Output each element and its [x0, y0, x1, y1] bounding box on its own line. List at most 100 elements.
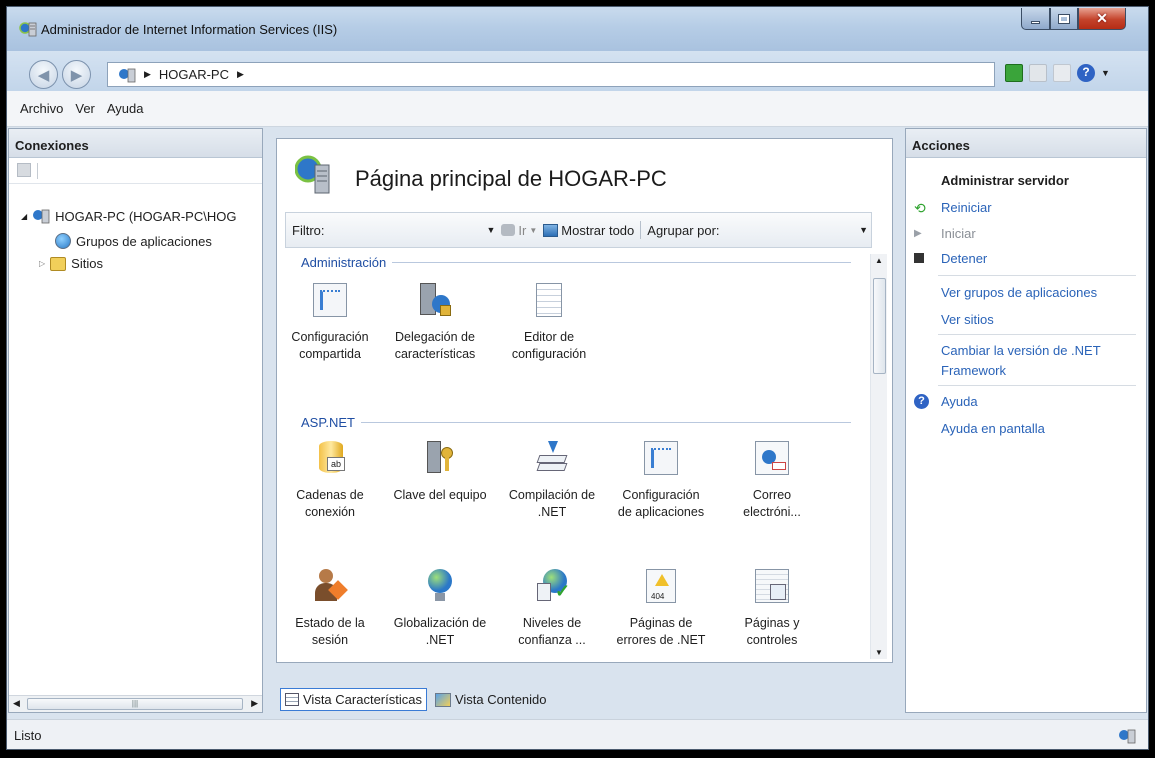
feature-delegation[interactable]: Delegación de características: [384, 283, 486, 363]
iis-manager-window: Administrador de Internet Information Se…: [6, 6, 1149, 750]
breadcrumb-hogar-pc[interactable]: HOGAR-PC: [159, 67, 229, 82]
feature-label-line2: .NET: [537, 505, 567, 519]
sites-folder-icon: [50, 256, 67, 271]
group-header-administration[interactable]: Administración: [301, 255, 851, 270]
feature-label-line1: Cadenas de: [296, 488, 364, 502]
menu-archivo[interactable]: Archivo: [20, 101, 63, 116]
toolbar-icons: ? ▼: [1005, 64, 1110, 82]
scrollbar-thumb[interactable]: [873, 278, 886, 374]
feature-label-line1: Delegación de: [395, 330, 475, 344]
filter-input[interactable]: [330, 221, 481, 239]
feature-label-line1: Globalización de: [393, 616, 487, 630]
feature-label-line2: de aplicaciones: [617, 505, 705, 519]
scroll-up-icon[interactable]: ▲: [875, 256, 883, 265]
feature-smtp-email[interactable]: Correo electróni...: [721, 441, 823, 521]
vertical-scrollbar[interactable]: ▲ ▼: [870, 254, 887, 659]
minimize-button[interactable]: [1021, 8, 1050, 30]
scroll-right-icon[interactable]: ▶: [251, 698, 258, 709]
tree-node-server[interactable]: ◢ HOGAR-PC (HOGAR-PC\HOG: [21, 208, 236, 224]
filter-dropdown-icon[interactable]: ▼: [487, 225, 496, 235]
compile-stack-icon: [535, 441, 569, 475]
actions-section-title: Administrar servidor: [941, 173, 1069, 188]
features-pane: Página principal de HOGAR-PC Filtro: ▼ I…: [270, 128, 900, 713]
server-lock-icon: [418, 283, 452, 317]
separator: [938, 385, 1136, 386]
refresh-icon[interactable]: [1005, 64, 1023, 82]
forward-button[interactable]: ▶: [62, 60, 91, 89]
show-all-label: Mostrar todo: [561, 222, 635, 238]
help-icon[interactable]: ?: [1077, 64, 1095, 82]
menu-ayuda[interactable]: Ayuda: [107, 101, 144, 116]
checklist-icon: [644, 441, 678, 475]
menu-ver[interactable]: Ver: [75, 101, 95, 116]
globe-icon: [423, 569, 457, 603]
tree-label-app-pools: Grupos de aplicaciones: [76, 233, 212, 249]
action-stop[interactable]: Detener: [941, 251, 987, 266]
close-button[interactable]: ✕: [1078, 8, 1126, 30]
trust-globe-icon: ✓: [535, 569, 570, 603]
go-button[interactable]: Ir ▼: [501, 223, 537, 238]
feature-label-line1: Compilación de: [508, 488, 596, 502]
email-icon: [755, 441, 789, 475]
action-restart[interactable]: Reiniciar: [941, 200, 992, 215]
home-icon[interactable]: [1053, 64, 1071, 82]
tab-features-view[interactable]: Vista Características: [280, 688, 427, 711]
feature-trust-levels[interactable]: ✓ Niveles de confianza ...: [501, 569, 603, 649]
action-change-net-version-line1[interactable]: Cambiar la versión de .NET: [941, 343, 1101, 358]
feature-pages-controls[interactable]: Páginas y controles: [721, 569, 823, 649]
feature-label-line1: Niveles de: [522, 616, 582, 630]
action-online-help[interactable]: Ayuda en pantalla: [941, 421, 1045, 436]
expand-arrow-icon[interactable]: ◢: [21, 212, 27, 221]
feature-label-line2: confianza ...: [518, 633, 586, 647]
server-home-icon: [295, 155, 330, 194]
features-content: Página principal de HOGAR-PC Filtro: ▼ I…: [276, 138, 893, 663]
chevron-down-icon[interactable]: ▼: [1101, 68, 1110, 78]
scroll-down-icon[interactable]: ▼: [875, 648, 883, 657]
create-connection-icon[interactable]: [17, 163, 31, 177]
filter-bar-dropdown-icon[interactable]: ▼: [859, 225, 868, 235]
stop-icon[interactable]: [1029, 64, 1047, 82]
window-title: Administrador de Internet Information Se…: [41, 22, 338, 37]
binoculars-icon: [501, 224, 516, 236]
tab-content-view[interactable]: Vista Contenido: [431, 688, 551, 711]
play-icon: ▶: [914, 228, 922, 239]
feature-config-editor[interactable]: Editor de configuración: [498, 283, 600, 363]
maximize-icon: [1058, 13, 1070, 24]
feature-label-line1: Estado de la: [295, 616, 365, 630]
action-view-sites[interactable]: Ver sitios: [941, 312, 994, 327]
expand-arrow-icon[interactable]: ▷: [39, 259, 45, 268]
connections-toolbar: [9, 158, 262, 184]
horizontal-scrollbar[interactable]: ◀ ||| ▶: [9, 695, 262, 712]
feature-net-globalization[interactable]: Globalización de .NET: [389, 569, 491, 649]
address-bar[interactable]: ▶ HOGAR-PC ▶: [107, 62, 995, 87]
feature-machine-key[interactable]: Clave del equipo: [389, 441, 491, 504]
group-header-aspnet[interactable]: ASP.NET: [301, 415, 851, 430]
feature-shared-config[interactable]: Configuración compartida: [279, 283, 381, 363]
separator: [938, 334, 1136, 335]
feature-session-state[interactable]: Estado de la sesión: [279, 569, 381, 649]
scroll-left-icon[interactable]: ◀: [13, 698, 20, 709]
back-button[interactable]: ◀: [29, 60, 58, 89]
group-by-button[interactable]: Agrupar por:: [647, 223, 719, 238]
server-status-icon: [1119, 729, 1136, 744]
feature-net-compilation[interactable]: Compilación de .NET: [501, 441, 603, 521]
action-change-net-version-line2[interactable]: Framework: [941, 363, 1006, 378]
status-text: Listo: [14, 728, 42, 743]
tree-node-app-pools[interactable]: Grupos de aplicaciones: [55, 233, 212, 249]
maximize-button[interactable]: [1050, 8, 1078, 30]
action-help[interactable]: Ayuda: [941, 394, 978, 409]
tree-node-sites[interactable]: ▷ Sitios: [39, 256, 103, 271]
feature-net-error-pages[interactable]: 404 Páginas de errores de .NET: [610, 569, 712, 649]
show-all-button[interactable]: Mostrar todo: [543, 223, 634, 238]
database-icon: ab: [313, 441, 347, 475]
stop-icon: [914, 253, 924, 263]
scrollbar-thumb[interactable]: |||: [27, 698, 243, 710]
feature-connection-strings[interactable]: ab Cadenas de conexión: [279, 441, 381, 521]
action-view-app-pools[interactable]: Ver grupos de aplicaciones: [941, 285, 1097, 300]
actions-header: Acciones: [906, 129, 1146, 158]
feature-app-settings[interactable]: Configuración de aplicaciones: [610, 441, 712, 521]
status-bar: Listo: [7, 719, 1148, 749]
content-view-icon: [434, 692, 451, 707]
action-start[interactable]: Iniciar: [941, 226, 976, 241]
title-bar: Administrador de Internet Information Se…: [7, 7, 1148, 51]
